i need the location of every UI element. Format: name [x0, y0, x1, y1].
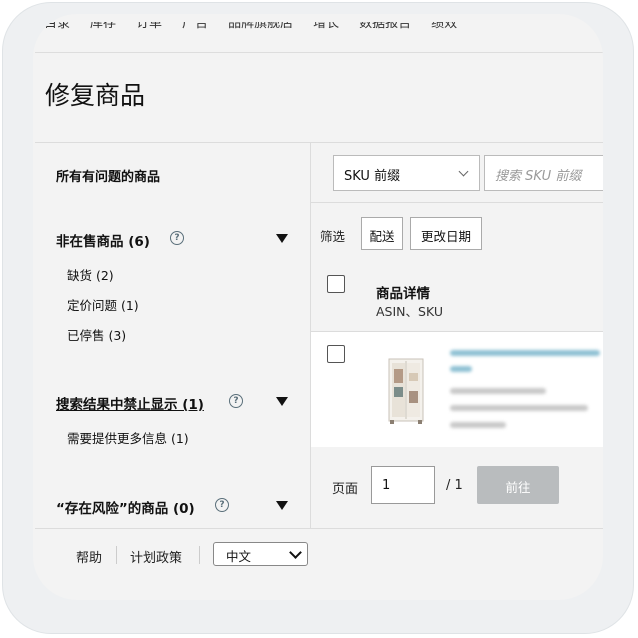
sidebar-section-at-risk[interactable]: “存在风险”的商品 (0)	[56, 497, 195, 517]
page-title: 修复商品	[45, 81, 146, 110]
filter-fulfillment-button[interactable]: 配送	[361, 217, 403, 250]
search-input[interactable]: 搜索 SKU 前缀	[484, 155, 603, 191]
header-divider	[35, 142, 603, 143]
screen-card: 目录 库存 订单 广告 品牌旗舰店 增长 数据报告 绩效 修复商品 所有有问题的…	[33, 14, 603, 600]
chevron-down-icon	[458, 166, 469, 177]
product-sku	[450, 405, 588, 411]
help-circle-icon[interactable]: ?	[229, 394, 243, 408]
footer-separator	[199, 546, 200, 564]
nav-item-orders[interactable]: 订单	[136, 22, 162, 36]
product-asin	[450, 388, 546, 394]
sku-prefix-select[interactable]: SKU 前缀	[333, 155, 480, 191]
sidebar-item-pricing[interactable]: 定价问题 (1)	[67, 295, 139, 314]
nav-item-reports[interactable]: 数据报告	[359, 22, 411, 36]
nav-item-inventory[interactable]: 库存	[90, 22, 116, 36]
sidebar-item-more-info[interactable]: 需要提供更多信息 (1)	[67, 428, 189, 447]
triangle-down-icon[interactable]	[276, 234, 288, 243]
page-number-input[interactable]: 1	[371, 466, 435, 504]
chevron-down-icon	[289, 546, 302, 559]
help-circle-icon[interactable]: ?	[170, 231, 184, 245]
sidebar-section-inactive[interactable]: 非在售商品 (6)	[56, 230, 150, 250]
row-checkbox[interactable]	[327, 345, 345, 363]
sidebar-all-issues[interactable]: 所有有问题的商品	[56, 166, 160, 185]
footer-bar	[35, 528, 603, 589]
main-divider	[311, 202, 603, 203]
nav-item-catalog[interactable]: 目录	[44, 22, 70, 36]
footer-help-link[interactable]: 帮助	[76, 547, 102, 566]
page-total: / 1	[446, 478, 463, 493]
sku-select-value: SKU 前缀	[344, 169, 401, 184]
go-button[interactable]: 前往	[477, 466, 559, 504]
nav-item-performance[interactable]: 绩效	[431, 22, 457, 36]
sidebar-item-discontinued[interactable]: 已停售 (3)	[67, 325, 126, 344]
nav-item-stores[interactable]: 品牌旗舰店	[228, 22, 293, 36]
language-select[interactable]: 中文	[213, 542, 308, 566]
sidebar-section-suppressed[interactable]: 搜索结果中禁止显示 (1)	[56, 393, 204, 413]
product-title-link[interactable]	[450, 366, 472, 372]
select-all-checkbox[interactable]	[327, 275, 345, 293]
wardrobe-product-image[interactable]	[385, 357, 427, 425]
sidebar-item-out-of-stock[interactable]: 缺货 (2)	[67, 265, 114, 284]
nav-item-growth[interactable]: 增长	[313, 22, 339, 36]
language-value: 中文	[226, 549, 252, 564]
triangle-down-icon[interactable]	[276, 501, 288, 510]
filter-label: 筛选	[320, 229, 346, 244]
footer-policy-link[interactable]: 计划政策	[130, 547, 182, 566]
top-divider	[35, 52, 603, 53]
column-asin-sku: ASIN、SKU	[376, 304, 443, 319]
product-condition	[450, 422, 506, 428]
top-nav: 目录 库存 订单 广告 品牌旗舰店 增长 数据报告 绩效	[44, 22, 603, 46]
footer-separator	[116, 546, 117, 564]
column-product-details: 商品详情	[376, 286, 430, 302]
filter-change-date-button[interactable]: 更改日期	[410, 217, 482, 250]
product-title-link[interactable]	[450, 350, 600, 356]
help-circle-icon[interactable]: ?	[215, 498, 229, 512]
nav-item-ads[interactable]: 广告	[182, 22, 208, 36]
pagination-label: 页面	[332, 482, 359, 497]
triangle-down-icon[interactable]	[276, 397, 288, 406]
